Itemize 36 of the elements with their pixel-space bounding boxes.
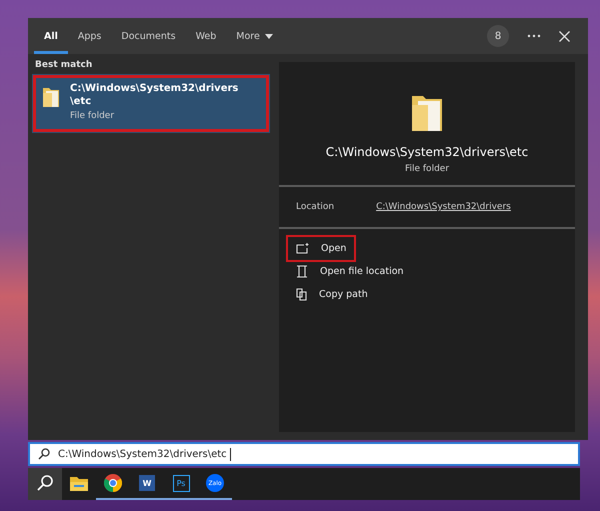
item-title: C:\Windows\System32\drivers\etc: [326, 145, 528, 159]
app-logo: W: [139, 475, 155, 491]
result-type: File folder: [70, 111, 116, 121]
action-item[interactable]: Copy path: [279, 283, 376, 306]
tab[interactable]: Documents: [111, 18, 186, 54]
taskbar-button[interactable]: Ps: [164, 468, 198, 500]
result-item[interactable]: C:\Windows\System32\drivers\etc File folder: [32, 74, 270, 133]
action-item[interactable]: Open: [288, 237, 354, 260]
browser-icon: [104, 474, 122, 492]
close-icon[interactable]: [559, 30, 570, 42]
folder-icon: [410, 93, 444, 133]
section-heading: Best match: [34, 60, 94, 72]
search-field[interactable]: C:\Windows\System32\drivers\etc: [28, 442, 580, 466]
more-options-icon[interactable]: [527, 34, 541, 38]
tab[interactable]: Apps: [68, 18, 112, 54]
app-logo: Ps: [172, 474, 190, 492]
taskbar-button[interactable]: [28, 468, 62, 500]
text-cursor: [230, 448, 231, 460]
copy-icon: [296, 288, 307, 301]
result-title: C:\Windows\System32\drivers\etc: [70, 82, 240, 108]
tab[interactable]: Web: [186, 18, 226, 54]
folder-icon: [42, 86, 60, 108]
taskbar-button[interactable]: W: [130, 468, 164, 500]
tab[interactable]: More: [226, 18, 283, 54]
folder-icon: [70, 476, 88, 490]
search-text: C:\Windows\System32\drivers\etc: [58, 448, 227, 460]
location-link[interactable]: C:\Windows\System32\drivers: [376, 202, 511, 212]
search-icon: [38, 448, 50, 460]
folder-location-icon: [296, 265, 308, 278]
count-badge: 8: [487, 25, 509, 47]
item-type: File folder: [404, 164, 450, 174]
tab[interactable]: All: [34, 18, 68, 54]
action-item[interactable]: Open file location: [279, 260, 412, 283]
location-label: Location: [296, 202, 334, 212]
open-window-icon: [296, 243, 309, 254]
search-icon: [37, 475, 53, 491]
